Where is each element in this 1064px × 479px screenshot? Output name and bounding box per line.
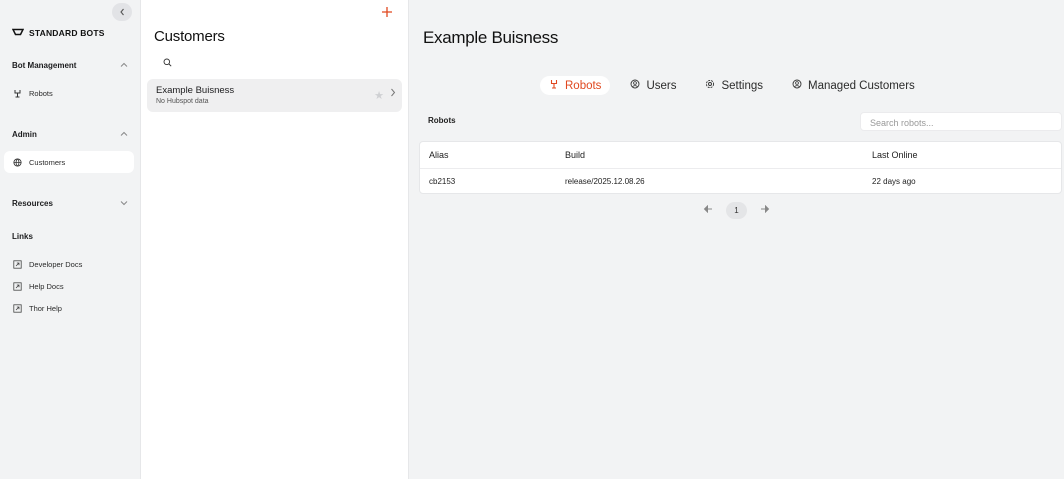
sidebar-item-thor-help[interactable]: Thor Help [4, 297, 134, 319]
external-link-icon [13, 281, 22, 291]
external-link-icon [13, 259, 22, 269]
robot-search[interactable] [860, 112, 1062, 132]
robot-search-input[interactable] [861, 114, 1061, 132]
tab-users[interactable]: Users [621, 76, 685, 95]
tab-managed-customers[interactable]: Managed Customers [783, 76, 924, 95]
collapse-sidebar-button[interactable] [112, 3, 132, 21]
logo-icon [11, 28, 25, 38]
chevron-left-icon [119, 3, 126, 21]
sidebar-item-help-docs[interactable]: Help Docs [4, 275, 134, 297]
chevron-up-icon [120, 130, 128, 139]
tab-label: Settings [721, 79, 764, 92]
robot-icon [549, 79, 559, 92]
tab-bar: Robots Users Settings Managed Customers [540, 76, 935, 95]
section-label: Resources [12, 199, 53, 208]
sidebar: STANDARD BOTS Bot Management Robots Admi… [0, 0, 141, 479]
plus-icon [381, 3, 393, 22]
customers-title: Customers [154, 28, 225, 45]
sidebar-item-label: Help Docs [29, 281, 64, 291]
table-header: Alias Build Last Online [420, 142, 1061, 169]
main-panel: Example Buisness Robots Users Settings M… [409, 0, 1064, 479]
sidebar-item-robots[interactable]: Robots [4, 82, 134, 104]
robots-section-label: Robots [428, 116, 456, 125]
search-icon [163, 54, 172, 72]
tab-label: Users [646, 79, 677, 92]
sidebar-item-developer-docs[interactable]: Developer Docs [4, 253, 134, 275]
customer-subtitle: No Hubspot data [156, 98, 209, 105]
customers-panel: Customers Example Buisness No Hubspot da… [141, 0, 409, 479]
page-number[interactable]: 1 [726, 202, 747, 219]
sidebar-item-customers[interactable]: Customers [4, 151, 134, 173]
customer-search[interactable] [151, 54, 401, 72]
tab-settings[interactable]: Settings [696, 76, 772, 95]
cell-build: release/2025.12.08.26 [565, 176, 645, 186]
gear-icon [705, 79, 715, 92]
arrow-right-icon[interactable] [759, 204, 771, 216]
robot-icon [13, 89, 22, 98]
section-links: Links [12, 232, 128, 241]
customer-list-item[interactable]: Example Buisness No Hubspot data ★ [147, 79, 402, 112]
sidebar-item-label: Developer Docs [29, 259, 83, 269]
table-row[interactable]: cb2153 release/2025.12.08.26 22 days ago [420, 169, 1061, 193]
chevron-up-icon [120, 61, 128, 70]
cell-last-online: 22 days ago [872, 176, 916, 186]
user-icon [630, 79, 640, 92]
customer-name: Example Buisness [156, 85, 235, 96]
cell-alias: cb2153 [429, 176, 456, 186]
column-header-last-online[interactable]: Last Online [864, 150, 1061, 160]
external-link-icon [13, 303, 22, 313]
user-icon [792, 79, 802, 92]
section-resources[interactable]: Resources [12, 199, 128, 208]
robots-table: Alias Build Last Online cb2153 release/2… [419, 141, 1062, 194]
column-header-build[interactable]: Build [557, 150, 864, 160]
arrow-left-icon[interactable] [702, 204, 714, 216]
sidebar-item-label: Customers [29, 157, 66, 167]
pagination: 1 [702, 202, 771, 219]
globe-icon [13, 157, 22, 167]
tab-label: Managed Customers [808, 79, 915, 92]
tab-label: Robots [565, 79, 602, 92]
chevron-right-icon [390, 88, 396, 100]
sidebar-item-label: Thor Help [29, 303, 62, 313]
customer-search-input[interactable] [178, 58, 378, 68]
star-icon[interactable]: ★ [374, 89, 384, 102]
section-label: Admin [12, 130, 37, 139]
section-label: Links [12, 232, 33, 241]
add-customer-button[interactable] [379, 4, 395, 22]
tab-robots[interactable]: Robots [540, 76, 611, 95]
sidebar-item-label: Robots [29, 88, 53, 98]
section-admin[interactable]: Admin [12, 130, 128, 139]
section-bot-management[interactable]: Bot Management [12, 61, 128, 70]
column-header-alias[interactable]: Alias [420, 150, 557, 160]
page-title: Example Buisness [423, 28, 559, 47]
brand-name: STANDARD BOTS [29, 28, 105, 38]
chevron-down-icon [120, 199, 128, 208]
brand[interactable]: STANDARD BOTS [11, 28, 105, 38]
section-label: Bot Management [12, 61, 77, 70]
